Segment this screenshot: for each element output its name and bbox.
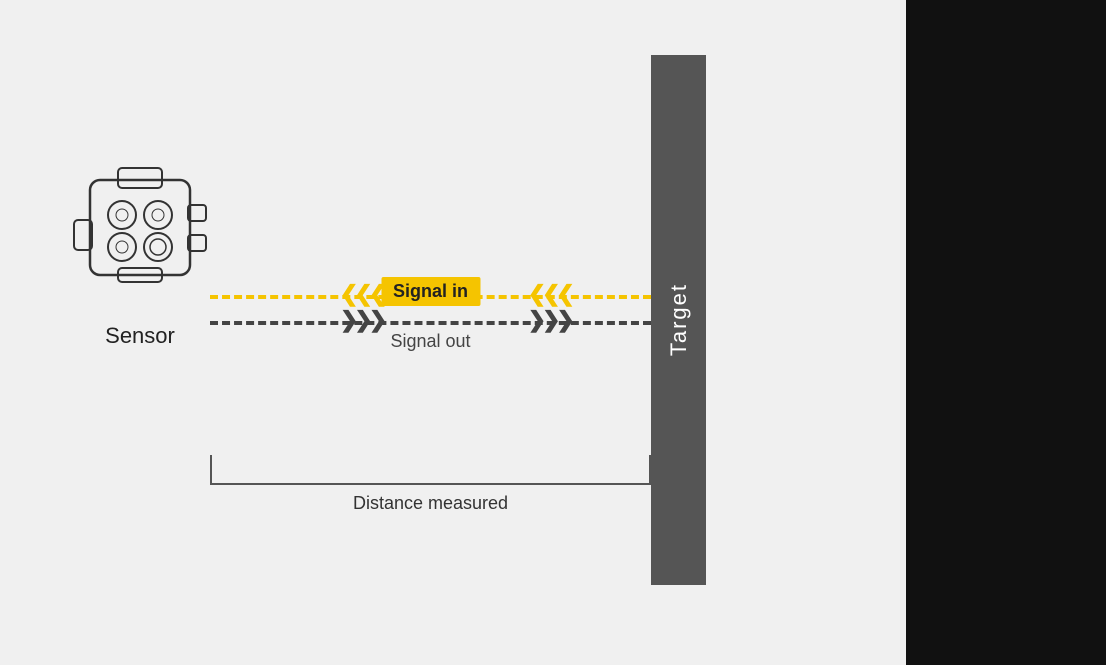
chevron-right-yellow-icon: ❮❮❮	[528, 281, 571, 307]
signal-in-badge: Signal in	[381, 277, 480, 306]
signal-out-line	[210, 321, 651, 325]
chevron-left-yellow-icon: ❮❮❮	[340, 281, 383, 307]
distance-container: Distance measured	[210, 455, 651, 514]
black-panel	[906, 0, 1106, 665]
sensor-icon	[60, 150, 220, 310]
target-label: Target	[666, 283, 692, 356]
main-diagram-area: Sensor Signal in Signal out ❮❮❮ ❮❮❮ ❯❯❯ …	[0, 0, 906, 665]
signal-out-label: Signal out	[390, 331, 470, 352]
distance-label: Distance measured	[353, 493, 508, 514]
chevron-right-dark-icon: ❯❯❯	[528, 307, 571, 333]
sensor-label: Sensor	[40, 323, 240, 349]
distance-bracket	[210, 455, 651, 485]
chevron-left-dark-icon: ❯❯❯	[340, 307, 383, 333]
sensor-container: Sensor	[40, 150, 240, 349]
target-bar: Target	[651, 55, 706, 585]
